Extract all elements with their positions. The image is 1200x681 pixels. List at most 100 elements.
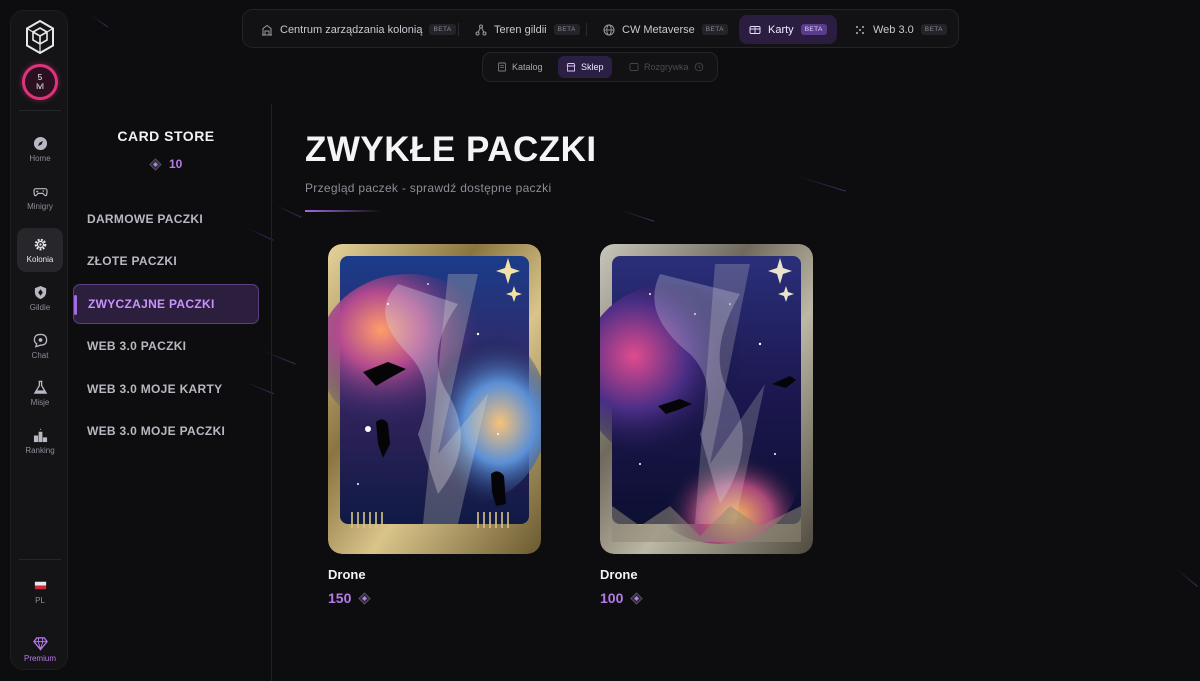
menu-web3-moje-karty[interactable]: WEB 3.0 MOJE KARTY (73, 369, 259, 409)
menu-item-label: WEB 3.0 MOJE KARTY (87, 382, 223, 396)
nodes-icon (855, 25, 865, 34)
clock-icon (694, 62, 703, 72)
menu-web3-moje-paczki[interactable]: WEB 3.0 MOJE PACZKI (73, 411, 259, 451)
pack-name: Drone (328, 567, 366, 582)
gem-icon (149, 157, 162, 171)
menu-item-label: ZŁOTE PACZKI (87, 254, 178, 268)
avatar-level-unit: lvl (36, 82, 44, 91)
shield-icon (34, 285, 46, 299)
rail-item-label: Misje (30, 397, 50, 407)
menu-item-label: WEB 3.0 MOJE PACZKI (87, 424, 226, 438)
shop-icon (566, 63, 576, 72)
title-underline (305, 210, 381, 212)
tab-label: Web 3.0 (873, 23, 914, 36)
menu-darmowe-paczki[interactable]: DARMOWE PACZKI (73, 199, 259, 239)
gamepad-icon (32, 187, 48, 196)
tab-centrum-zarzadzania-kolonia[interactable]: Centrum zarządzania kolonią BETA (251, 15, 466, 44)
decorative-streak (89, 14, 109, 28)
pack-price[interactable]: 100 (600, 590, 813, 606)
page-title: ZWYKŁE PACZKI (305, 130, 597, 169)
building-icon (262, 24, 272, 35)
gem-balance: 10 (149, 157, 182, 171)
rail-item-label: Ranking (25, 445, 55, 455)
rail-item-chat[interactable]: Chat (17, 324, 63, 368)
pack-price-value: 150 (328, 590, 352, 606)
subtab-katalog[interactable]: Katalog (489, 56, 551, 78)
rail-item-kolonia[interactable]: Kolonia (17, 228, 63, 272)
tab-label: Karty (768, 23, 794, 36)
rail-item-home[interactable]: Home (17, 127, 63, 171)
premium-label: Premium (23, 653, 56, 663)
podium-icon (33, 427, 47, 442)
subtab-sklep[interactable]: Sklep (558, 56, 612, 78)
left-rail: 5 lvl Home Minigry Kolonia Gildie Chat M… (10, 10, 68, 670)
gem-balance-value: 10 (169, 157, 183, 171)
tab-label: Teren gildii (494, 23, 547, 36)
rail-item-label: Chat (31, 350, 49, 360)
subtab-label: Katalog (512, 62, 543, 72)
rail-divider (19, 559, 61, 560)
beta-badge: BETA (800, 24, 827, 35)
avatar[interactable]: 5 lvl (22, 64, 58, 100)
chat-icon (33, 333, 47, 348)
pack-card-image[interactable] (328, 244, 541, 554)
hexagon-cube-logo-icon[interactable] (24, 19, 56, 55)
beta-badge: BETA (920, 24, 947, 35)
globe-icon (603, 24, 615, 35)
store-title: CARD STORE (117, 128, 215, 144)
rail-item-label: Kolonia (26, 254, 54, 264)
beta-badge: BETA (701, 24, 728, 35)
rail-item-label: Minigry (27, 201, 53, 211)
gem-icon (630, 591, 644, 605)
premium-button[interactable]: Premium (17, 627, 63, 671)
diamond-icon (32, 636, 48, 651)
menu-zlote-paczki[interactable]: ZŁOTE PACZKI (73, 241, 259, 281)
pack-card-image[interactable] (600, 244, 813, 554)
gear-icon (34, 238, 46, 250)
beta-badge: BETA (429, 24, 456, 35)
rail-item-misje[interactable]: Misje (17, 371, 63, 415)
menu-web3-paczki[interactable]: WEB 3.0 PACZKI (73, 326, 259, 366)
tab-divider (586, 23, 587, 36)
avatar-level: 5 (37, 73, 43, 82)
network-icon (475, 24, 487, 35)
decorative-streak (797, 176, 846, 192)
rail-item-ranking[interactable]: Ranking (17, 419, 63, 463)
menu-item-label: ZWYCZAJNE PACZKI (88, 297, 215, 311)
tab-teren-gildii[interactable]: Teren gildii BETA (465, 15, 590, 44)
beta-badge: BETA (553, 24, 580, 35)
tab-cw-metaverse[interactable]: CW Metaverse BETA (593, 15, 738, 44)
menu-item-label: WEB 3.0 PACZKI (87, 339, 187, 353)
pack-item: Drone 150 (328, 244, 541, 606)
play-icon (629, 63, 639, 71)
tab-karty[interactable]: Karty BETA (739, 15, 837, 44)
language-switch[interactable]: PL (17, 569, 63, 613)
decorative-streak (617, 209, 655, 222)
catalog-icon (498, 62, 506, 72)
language-label: PL (35, 595, 45, 605)
flask-icon (33, 380, 47, 394)
rail-item-gildie[interactable]: Gildie (17, 276, 63, 320)
pack-price[interactable]: 150 (328, 590, 541, 606)
rail-divider (19, 110, 61, 111)
pack-item: Drone 100 (600, 244, 813, 606)
page-subtitle: Przegląd paczek - sprawdź dostępne paczk… (305, 181, 552, 195)
tab-web-3-0[interactable]: Web 3.0 BETA (844, 15, 957, 44)
subtab-label: Rozgrywka (644, 62, 689, 72)
tab-label: CW Metaverse (622, 23, 695, 36)
tab-label: Centrum zarządzania kolonią (280, 23, 423, 36)
subtab-rozgrywka: Rozgrywka (621, 56, 712, 78)
decorative-streak (261, 350, 296, 365)
decorative-streak (1175, 568, 1198, 587)
gem-icon (358, 591, 372, 605)
compass-icon (33, 136, 47, 150)
rail-item-minigry[interactable]: Minigry (17, 175, 63, 219)
rail-item-label: Home (29, 153, 51, 163)
menu-zwyczajne-paczki[interactable]: ZWYCZAJNE PACZKI (73, 284, 259, 324)
pack-name: Drone (600, 567, 638, 582)
pack-price-value: 100 (600, 590, 624, 606)
menu-item-label: DARMOWE PACZKI (87, 212, 203, 226)
top-navigation: Centrum zarządzania kolonią BETA Teren g… (242, 9, 959, 48)
decorative-streak (275, 205, 302, 218)
sub-navigation: Katalog Sklep Rozgrywka (482, 52, 718, 82)
